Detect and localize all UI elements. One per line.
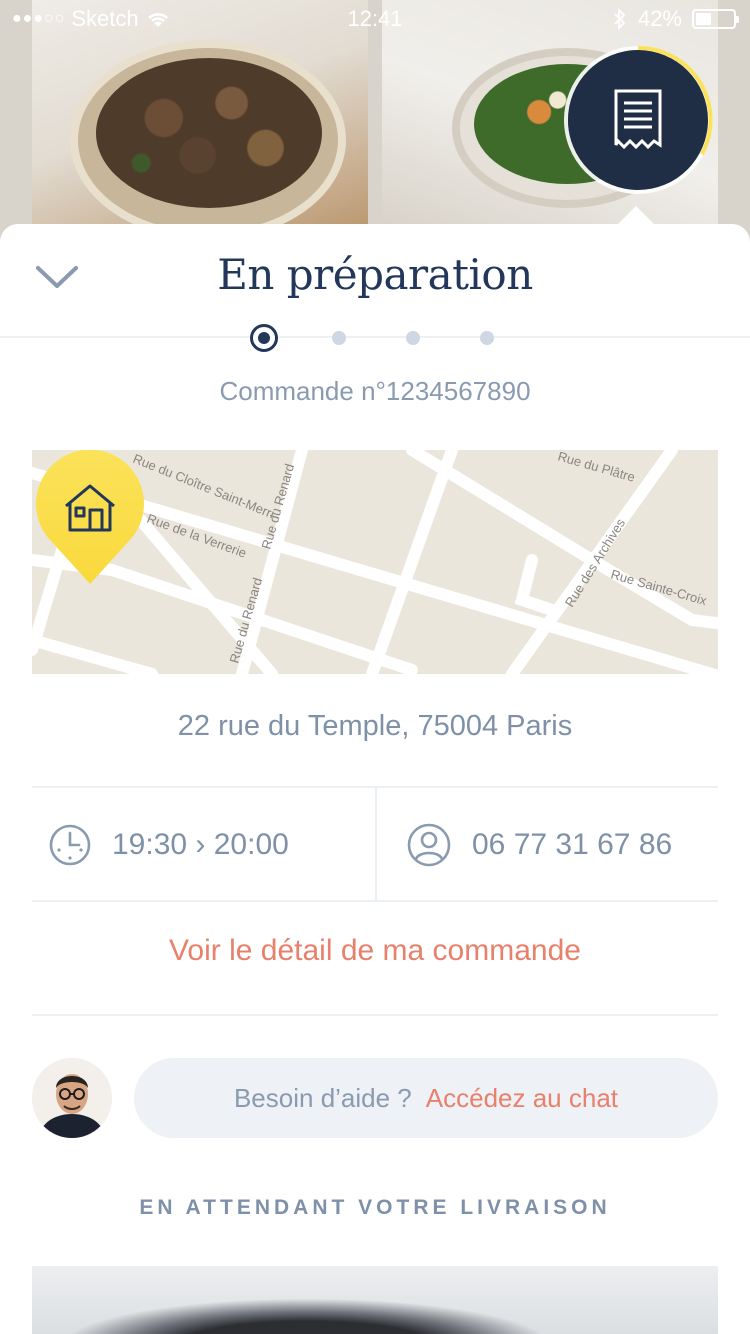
bluetooth-icon xyxy=(614,7,626,31)
avatar xyxy=(32,1058,112,1138)
order-number: Commande n°1234567890 xyxy=(219,376,531,406)
promo-photo[interactable] xyxy=(32,1266,718,1334)
step-4 xyxy=(480,331,494,345)
sheet-notch xyxy=(616,206,656,226)
page-title: En préparation xyxy=(217,250,533,299)
delivery-time-slot: 19:30 › 20:00 xyxy=(48,788,289,902)
order-detail-link[interactable]: Voir le détail de ma commande xyxy=(0,934,750,968)
battery-percent: 42% xyxy=(637,6,682,31)
step-3 xyxy=(406,331,420,345)
chat-bubble[interactable]: Besoin d’aide ? Accédez au chat xyxy=(134,1058,718,1138)
delivery-address: 22 rue du Temple, 75004 Paris xyxy=(177,710,573,742)
step-1-current xyxy=(250,324,278,352)
battery-icon xyxy=(692,9,739,29)
step-2 xyxy=(332,331,346,345)
help-question: Besoin d’aide ? xyxy=(233,1082,412,1113)
street-label: Rue du Plâtre xyxy=(556,450,637,485)
home-pin-marker[interactable] xyxy=(32,450,148,590)
delivery-map[interactable]: Rue du Cloître Saint-Merri Rue du Renard… xyxy=(32,450,718,674)
receipt-icon xyxy=(614,89,662,150)
divider xyxy=(32,1014,718,1016)
divider-vertical xyxy=(375,788,377,902)
status-bar: ●●●○○ Sketch 12:41 42% xyxy=(0,0,750,40)
order-status-sheet: En préparation Commande n°1234567890 Rue… xyxy=(0,206,750,1334)
open-chat-link[interactable]: Accédez au chat xyxy=(426,1083,618,1114)
receipt-button[interactable] xyxy=(568,50,708,190)
contact-phone[interactable]: 06 77 31 67 86 xyxy=(406,788,672,902)
section-heading: EN ATTENDANT VOTRE LIVRAISON xyxy=(139,1196,611,1219)
clock-icon xyxy=(49,824,91,866)
phone-number[interactable]: 06 77 31 67 86 xyxy=(472,828,672,862)
progress-steps xyxy=(250,324,500,352)
divider xyxy=(32,900,718,902)
time-slot-text: 19:30 › 20:00 xyxy=(112,828,289,861)
user-icon xyxy=(407,823,451,867)
street-label: Rue des Archives xyxy=(562,515,629,609)
